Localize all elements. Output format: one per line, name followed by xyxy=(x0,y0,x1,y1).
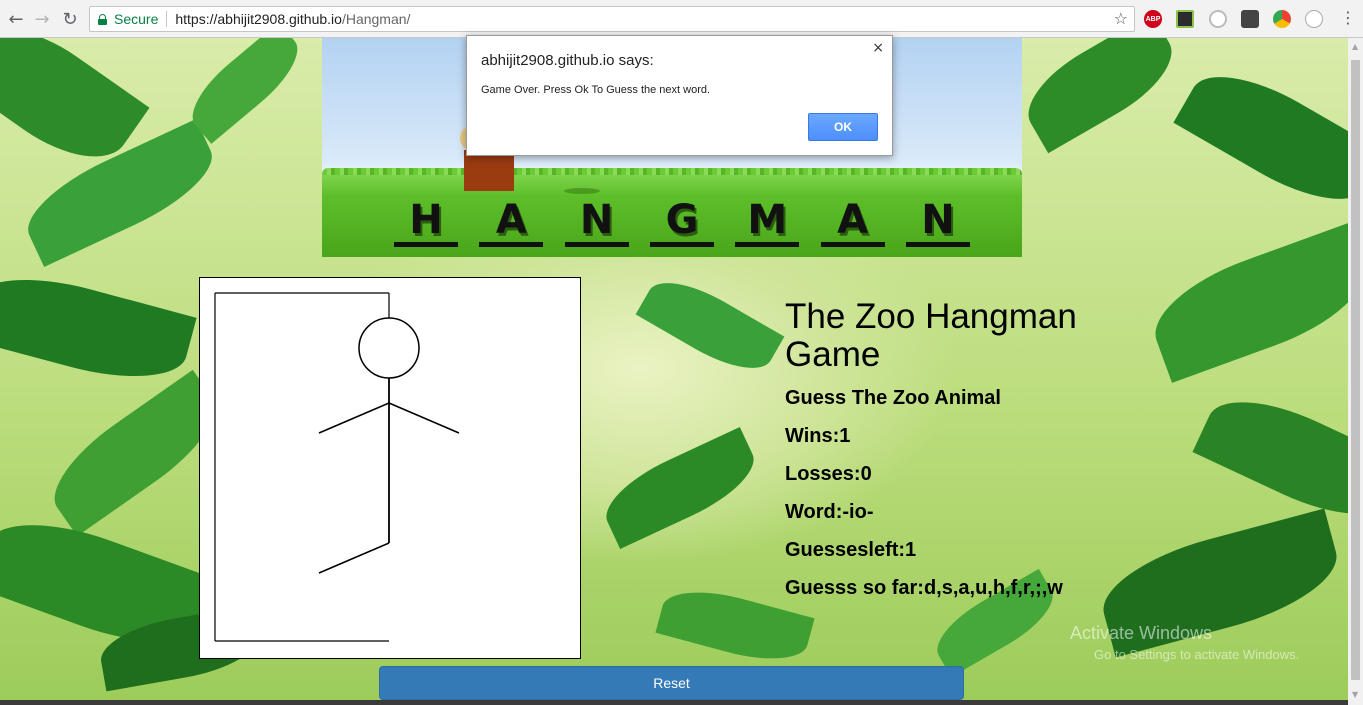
scrollbar-thumb[interactable] xyxy=(1351,60,1360,680)
scroll-down-icon[interactable]: ▼ xyxy=(1352,690,1358,699)
guesses-left: Guessesleft:1 xyxy=(785,539,917,561)
bulb-icon[interactable] xyxy=(1241,10,1259,28)
activate-windows-watermark: Activate Windows Go to Settings to activ… xyxy=(1070,623,1300,662)
figure-right-arm xyxy=(388,402,460,434)
banner-letter: N xyxy=(564,198,629,247)
url-path: /Hangman/ xyxy=(341,11,411,27)
banner-letter: N xyxy=(905,198,970,247)
grey-circle-icon[interactable] xyxy=(1305,10,1323,28)
figure-left-leg xyxy=(318,542,390,574)
forward-arrow-icon[interactable]: → xyxy=(30,7,54,31)
secure-label: Secure xyxy=(114,11,159,27)
banner-letter: A xyxy=(820,198,885,247)
losses-count: Losses:0 xyxy=(785,463,872,485)
abp-icon[interactable]: ABP xyxy=(1144,10,1162,28)
current-word: Word:-io- xyxy=(785,501,874,523)
bookmark-star-icon[interactable]: ☆ xyxy=(1114,9,1128,28)
bottom-bar xyxy=(0,700,1348,705)
page-scrollbar[interactable]: ▲ ▼ xyxy=(1348,38,1363,705)
dialog-title: abhijit2908.github.io says: xyxy=(481,52,654,69)
dialog-message: Game Over. Press Ok To Guess the next wo… xyxy=(481,84,711,96)
banner-letter: H xyxy=(394,198,458,247)
banner-letter: M xyxy=(735,198,800,247)
url-host: https://abhijit2908.github.io xyxy=(175,11,342,27)
banner-letter: A xyxy=(479,198,544,247)
wins-count: Wins:1 xyxy=(785,425,851,447)
game-subtitle: Guess The Zoo Animal xyxy=(785,387,1001,409)
figure-left-arm xyxy=(318,402,390,434)
game-title: The Zoo Hangman Game xyxy=(785,297,1077,374)
hangman-canvas xyxy=(199,277,581,659)
back-arrow-icon[interactable]: ← xyxy=(4,7,28,31)
banner-letter: G xyxy=(649,198,714,247)
scroll-up-icon[interactable]: ▲ xyxy=(1352,42,1358,51)
tree-trunk xyxy=(464,150,514,191)
ok-button[interactable]: OK xyxy=(808,113,878,141)
browser-toolbar: ← → ↻ Secure https://abhijit2908.github.… xyxy=(0,0,1363,38)
menu-kebab-icon[interactable]: ⋮ xyxy=(1340,8,1356,27)
circle-icon[interactable] xyxy=(1209,10,1227,28)
reload-icon[interactable]: ↻ xyxy=(58,7,82,31)
close-icon[interactable]: × xyxy=(872,40,884,56)
hangman-drawing xyxy=(214,292,460,642)
reset-button[interactable]: Reset xyxy=(379,666,964,700)
guessed-letters: Guesss so far:d,s,a,u,h,f,r,;,w xyxy=(785,577,1063,599)
address-bar[interactable]: Secure https://abhijit2908.github.io/Han… xyxy=(89,6,1135,32)
lock-icon xyxy=(98,13,107,25)
figure-head xyxy=(358,317,420,379)
game-info-panel: The Zoo Hangman Game Guess The Zoo Anima… xyxy=(785,298,1145,615)
banner-title: H A N G M A N xyxy=(394,198,970,247)
checkmark-icon[interactable] xyxy=(1176,10,1194,28)
alert-dialog: abhijit2908.github.io says: × Game Over.… xyxy=(466,35,893,156)
chrome-color-icon[interactable] xyxy=(1273,10,1291,28)
